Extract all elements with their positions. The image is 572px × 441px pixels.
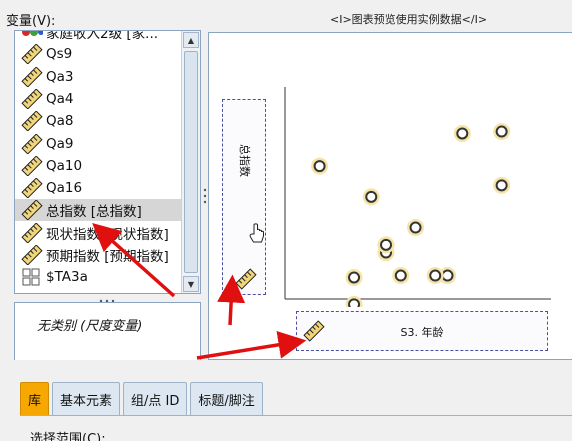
y-axis-drop-zone[interactable]: 总指数 (222, 99, 266, 295)
multiple-response-set-icon (21, 267, 43, 287)
variable-label: 总指数 [总指数] (46, 204, 142, 221)
scale-ruler-icon (21, 222, 43, 243)
scatter-point (429, 269, 442, 282)
variable-item[interactable]: Qa8 (15, 110, 181, 132)
nominal-balls-icon (21, 31, 43, 42)
scatter-point (409, 221, 422, 234)
scale-ruler-icon (21, 111, 43, 132)
variable-item[interactable]: Qa10 (15, 155, 181, 177)
scatter-point (348, 298, 361, 307)
scatter-point (495, 125, 508, 138)
scale-ruler-icon (21, 178, 43, 199)
variable-label: 家庭收入2级 [家... (46, 31, 159, 42)
category-panel: 无类别 (尺度变量) (14, 302, 201, 362)
variables-list: 家庭收入2级 [家... Qs9 Qa3 Qa4 Qa8 Qa9 Qa10 Qa16 总指数 [… (15, 31, 181, 293)
scatter-point (313, 160, 326, 173)
scatter-point (365, 190, 378, 203)
scatter-point (380, 238, 393, 251)
variable-item[interactable]: 现状指数 [现状指数] (15, 222, 181, 244)
x-axis-drop-zone[interactable]: S3. 年龄 (296, 311, 548, 351)
variable-label: 预期指数 [预期指数] (46, 249, 169, 265)
scale-ruler-icon (21, 66, 43, 87)
variable-item[interactable]: Qa4 (15, 88, 181, 110)
horizontal-splitter[interactable] (14, 294, 201, 303)
category-text: 无类别 (尺度变量) (37, 319, 143, 334)
hand-cursor-icon (249, 223, 264, 243)
tab-1[interactable]: 基本元素 (52, 382, 121, 416)
variable-label: Qa9 (46, 135, 74, 152)
scatter-plot (284, 87, 551, 307)
scatter-point (441, 269, 454, 282)
scale-ruler-icon (21, 133, 43, 154)
variables-listbox[interactable]: 家庭收入2级 [家... Qs9 Qa3 Qa4 Qa8 Qa9 Qa10 Qa16 总指数 [… (14, 30, 201, 294)
variable-item[interactable]: 家庭收入2级 [家... (15, 31, 181, 43)
scroll-down-button[interactable]: ▼ (183, 276, 199, 292)
scale-ruler-icon (21, 245, 43, 265)
scale-ruler-icon (235, 268, 257, 290)
variable-label: Qa8 (46, 113, 74, 130)
tab-3[interactable]: 标题/脚注 (190, 382, 263, 416)
variable-item[interactable]: Qa16 (15, 177, 181, 199)
variable-item[interactable]: 总指数 [总指数] (15, 199, 181, 222)
scatter-point (394, 269, 407, 282)
variable-item[interactable]: Qs9 (15, 43, 181, 65)
tab-divider (20, 415, 572, 416)
scale-ruler-icon (21, 88, 43, 109)
chart-canvas[interactable]: 总指数 S3. 年龄 (208, 32, 572, 360)
scale-ruler-icon (21, 44, 43, 65)
variable-label: Qa16 (46, 180, 83, 197)
y-axis-variable-label: 总指数 (238, 144, 251, 177)
variable-item[interactable]: $TA3a (15, 266, 181, 288)
scatter-point (495, 179, 508, 192)
variable-item[interactable]: Qa3 (15, 66, 181, 88)
variable-label: Qa4 (46, 90, 74, 107)
variable-label: Qa3 (46, 68, 74, 85)
choose-from-label: 选择范围(C): (30, 432, 106, 441)
variable-item[interactable]: Qa9 (15, 133, 181, 155)
scrollbar-thumb[interactable] (184, 51, 198, 273)
variable-label: Qa10 (46, 157, 83, 174)
scatter-point (456, 127, 469, 140)
variable-label: $TA3a (46, 269, 88, 286)
scatter-point (348, 271, 361, 284)
scale-ruler-icon (21, 200, 43, 221)
tab-0[interactable]: 库 (20, 382, 50, 416)
variable-label: 现状指数 [现状指数] (46, 226, 169, 243)
scroll-up-button[interactable]: ▲ (183, 32, 199, 48)
variable-item[interactable]: 预期指数 [预期指数] (15, 244, 181, 266)
tab-2[interactable]: 组/点 ID (123, 382, 188, 416)
gallery-tabbar: 库基本元素 组/点 ID 标题/脚注 (0, 360, 572, 420)
x-axis-variable-label: S3. 年龄 (400, 326, 444, 339)
variable-label: Qs9 (46, 46, 73, 63)
variables-scrollbar[interactable]: ▲ ▼ (181, 31, 200, 293)
chart-preview-caption: <I>图表预览使用实例数据</I> (330, 13, 488, 26)
variables-label: 变量(V): (6, 14, 56, 29)
scale-ruler-icon (21, 155, 43, 176)
